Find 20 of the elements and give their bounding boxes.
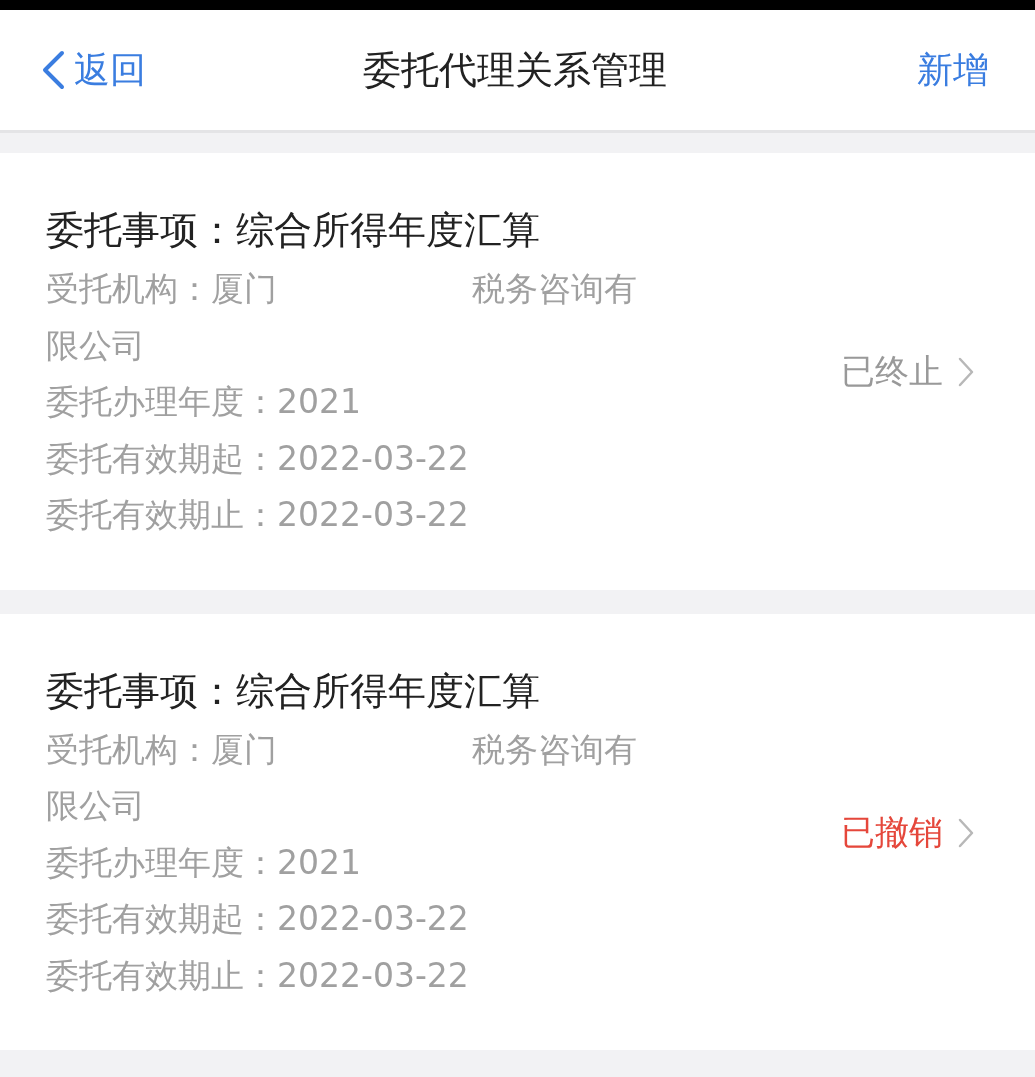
agency-text: 受托机构：厦门 税务咨询有限公司 (46, 728, 638, 827)
record-card[interactable]: 委托事项：综合所得年度汇算 受托机构：厦门 税务咨询有限公司 委托办理年度：2021 委托有效期起：2022-03-22 委托有效期止：2022-03-22 已撤销 (0, 613, 1035, 1050)
field-text: 委托有效期起：2022-03-22 (46, 898, 470, 940)
page-title: 委托代理关系管理 (362, 46, 667, 94)
agency-text: 受托机构：厦门 税务咨询有限公司 (46, 268, 638, 367)
add-button[interactable]: 新增 (917, 45, 989, 95)
field-text: 委托办理年度：2021 (46, 381, 362, 423)
field-text: 委托有效期起：2022-03-22 (46, 437, 470, 480)
field-text: 委托办理年度：2021 (46, 841, 362, 884)
matter-text: 委托事项：综合所得年度汇算 (46, 667, 541, 715)
back-chevron-icon (40, 49, 66, 91)
field-text: 委托有效期止：2022-03-22 (46, 494, 470, 536)
record-card[interactable]: 委托事项：综合所得年度汇算 受托机构：厦门 税务咨询有限公司 委托办理年度：2021 委托有效期起：2022-03-22 委托有效期止：2022-03-22 已终止 (0, 153, 1035, 590)
back-button[interactable]: 返回 (40, 45, 146, 95)
matter-text: 委托事项：综合所得年度汇算 (46, 207, 541, 254)
field-text: 委托有效期止：2022-03-22 (46, 954, 470, 997)
chevron-right-icon (957, 356, 975, 389)
chevron-right-icon (957, 816, 975, 849)
status-link[interactable]: 已撤销 (841, 809, 975, 856)
status-link[interactable]: 已终止 (841, 349, 975, 396)
